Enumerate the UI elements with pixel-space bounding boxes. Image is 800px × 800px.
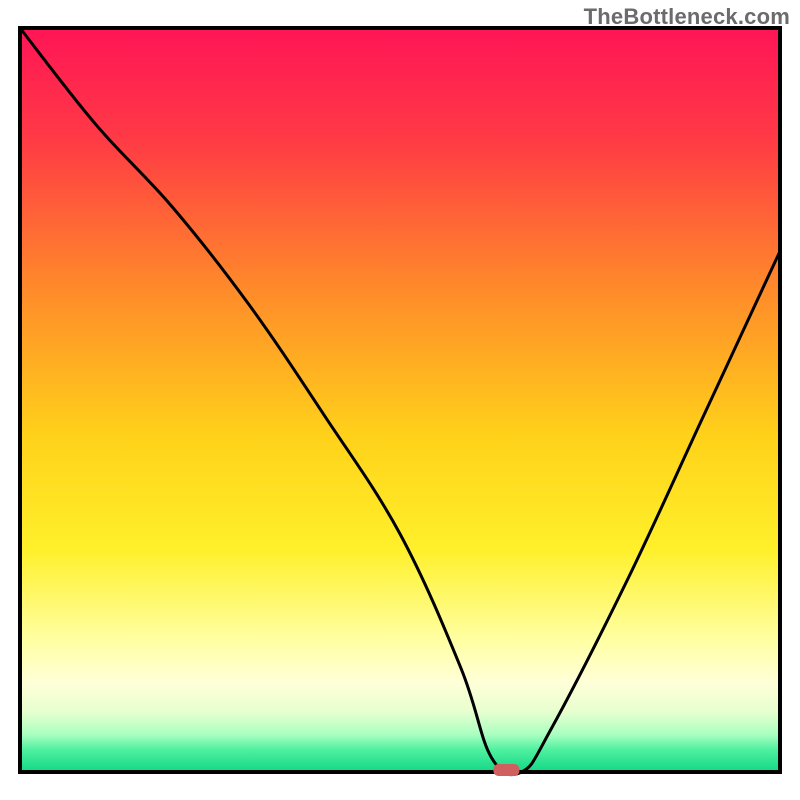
watermark-text: TheBottleneck.com	[584, 4, 790, 30]
chart-svg	[0, 0, 800, 800]
optimal-marker	[493, 764, 519, 776]
plot-background	[20, 28, 780, 772]
bottleneck-chart: TheBottleneck.com	[0, 0, 800, 800]
